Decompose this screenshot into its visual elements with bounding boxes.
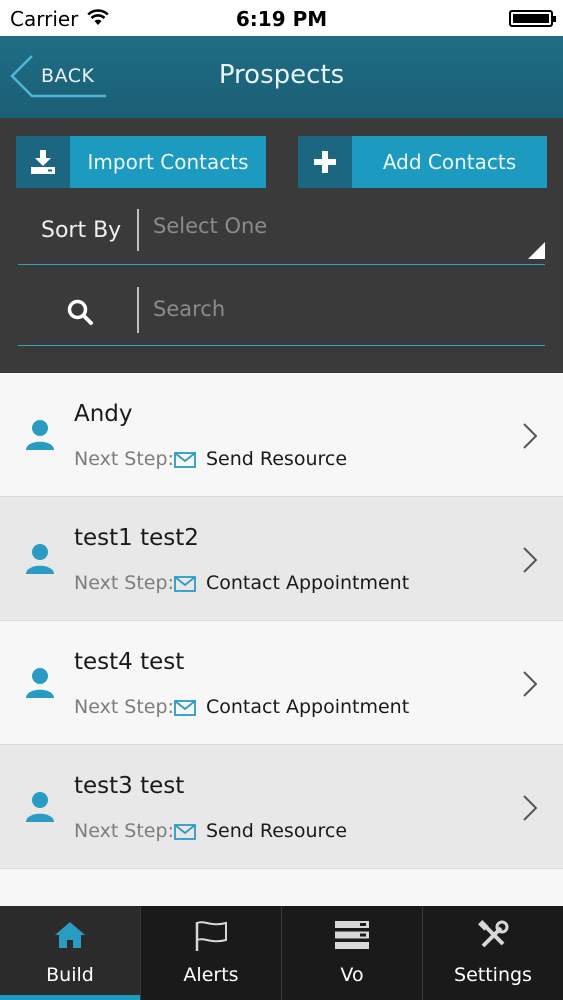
- next-step-value: Contact Appointment: [206, 572, 410, 594]
- flag-icon: [195, 921, 227, 951]
- import-icon-block: [16, 136, 70, 188]
- next-step-label: Next Step:: [74, 820, 174, 842]
- add-contacts-label: Add Contacts: [352, 136, 547, 188]
- prospect-name: test3 test: [74, 773, 185, 799]
- tab-settings[interactable]: Settings: [423, 906, 563, 1000]
- prospect-name: test1 test2: [74, 525, 199, 551]
- prospect-list: Andy Next Step: Send Resource test1 test…: [0, 373, 563, 906]
- dropdown-caret-icon[interactable]: [528, 242, 545, 259]
- search-row: [18, 284, 545, 346]
- tab-build[interactable]: Build: [0, 906, 141, 1000]
- sort-row: Sort By Select One: [18, 204, 545, 265]
- tab-label: Alerts: [183, 964, 239, 986]
- next-step-label: Next Step:: [74, 448, 174, 470]
- prospect-name: Andy: [74, 401, 133, 427]
- download-icon: [31, 150, 55, 174]
- tab-label: Build: [46, 964, 94, 986]
- list-icon: [335, 921, 369, 949]
- tools-icon: [478, 920, 509, 948]
- mail-icon: [174, 576, 196, 592]
- page-title: Prospects: [218, 60, 345, 90]
- person-icon: [26, 420, 54, 450]
- next-step-label: Next Step:: [74, 696, 174, 718]
- next-step-label: Next Step:: [74, 572, 174, 594]
- next-step-value: Send Resource: [206, 448, 348, 470]
- search-input[interactable]: [153, 292, 533, 326]
- import-contacts-button[interactable]: Import Contacts: [16, 136, 266, 188]
- chevron-right-icon: [523, 795, 537, 821]
- chevron-right-icon: [523, 547, 537, 573]
- mail-icon: [174, 452, 196, 468]
- list-item[interactable]: test4 test Next Step: Contact Appointmen…: [0, 621, 563, 745]
- sort-select[interactable]: Select One: [153, 214, 267, 238]
- status-time: 6:19 PM: [235, 7, 328, 31]
- tab-alerts[interactable]: Alerts: [141, 906, 282, 1000]
- list-item[interactable]: test1 test2 Next Step: Contact Appointme…: [0, 497, 563, 621]
- sort-by-label: Sort By: [41, 218, 122, 243]
- tab-label: Settings: [454, 964, 532, 986]
- search-divider: [137, 287, 139, 333]
- tab-vo[interactable]: Vo: [282, 906, 423, 1000]
- status-bar: Carrier 6:19 PM: [0, 0, 563, 36]
- list-item[interactable]: test3 test Next Step: Send Resource: [0, 745, 563, 869]
- tab-label: Vo: [340, 964, 364, 986]
- sort-divider: [137, 209, 139, 251]
- nav-bar: BACK Prospects: [0, 36, 563, 118]
- home-icon: [55, 922, 85, 948]
- next-step-value: Contact Appointment: [206, 696, 410, 718]
- search-icon: [67, 299, 93, 325]
- chevron-right-icon: [523, 671, 537, 697]
- plus-icon: [314, 151, 336, 173]
- mail-icon: [174, 700, 196, 716]
- person-icon: [26, 792, 54, 822]
- add-contacts-button[interactable]: Add Contacts: [298, 136, 547, 188]
- add-icon-block: [298, 136, 352, 188]
- list-item-partial[interactable]: [0, 869, 563, 906]
- person-icon: [26, 544, 54, 574]
- list-item[interactable]: Andy Next Step: Send Resource: [0, 373, 563, 497]
- next-step-value: Send Resource: [206, 820, 348, 842]
- prospect-name: test4 test: [74, 649, 185, 675]
- import-contacts-label: Import Contacts: [70, 136, 266, 188]
- person-icon: [26, 668, 54, 698]
- chevron-right-icon: [523, 423, 537, 449]
- mail-icon: [174, 824, 196, 840]
- tab-bar: Build Alerts Vo Settings: [0, 906, 563, 1000]
- battery-icon: [509, 10, 556, 27]
